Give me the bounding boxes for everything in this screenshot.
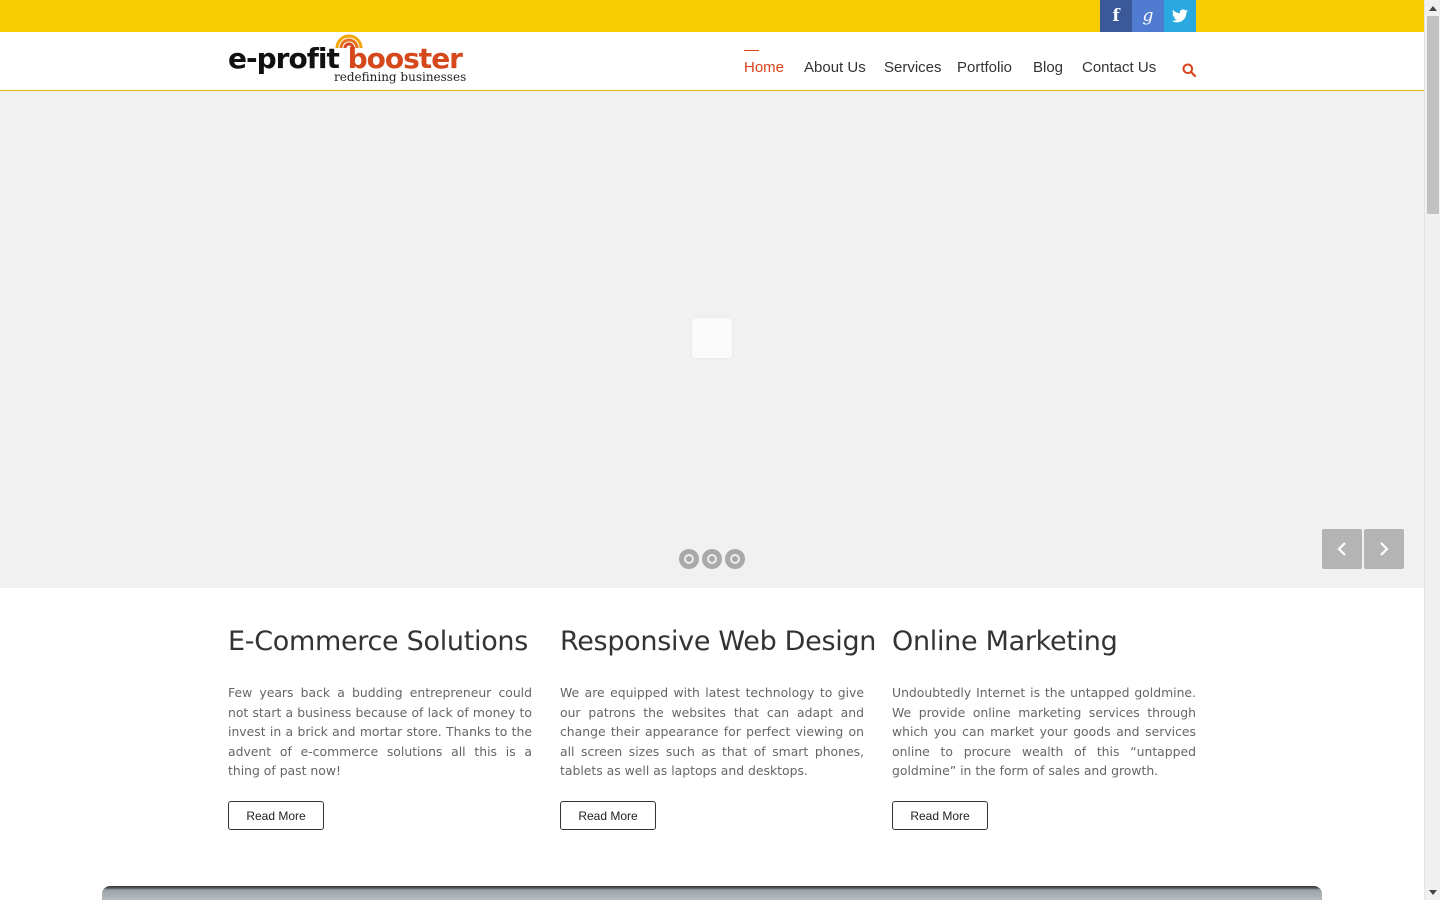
service-title: Online Marketing (892, 626, 1118, 657)
caret-down-icon (1429, 889, 1437, 895)
read-more-button[interactable]: Read More (560, 801, 656, 830)
google-plus-icon[interactable]: g (1132, 0, 1164, 32)
service-description: Undoubtedly Internet is the untapped gol… (892, 685, 1196, 779)
facebook-icon[interactable]: f (1100, 0, 1132, 32)
slider-next-button[interactable] (1364, 529, 1404, 569)
service-description: Few years back a budding entrepreneur co… (228, 685, 532, 779)
active-nav-indicator (744, 50, 759, 51)
nav-portfolio[interactable]: Portfolio (957, 59, 1012, 79)
page-scrollbar[interactable] (1424, 0, 1440, 900)
read-more-button[interactable]: Read More (228, 801, 324, 830)
search-icon[interactable] (1182, 62, 1197, 78)
scroll-up-arrow[interactable] (1425, 0, 1440, 16)
slider-prev-button[interactable] (1322, 529, 1362, 569)
slider-dot-3[interactable] (725, 549, 745, 569)
nav-about-us[interactable]: About Us (804, 59, 866, 79)
nav-contact-us[interactable]: Contact Us (1082, 59, 1156, 79)
slider-dot-2[interactable] (702, 549, 722, 569)
chevron-left-icon (1337, 542, 1346, 556)
site-header: e-profit booster redefining businesses (0, 32, 1424, 91)
nav-services[interactable]: Services (884, 59, 942, 79)
service-column-marketing: Online Marketing Undoubtedly Internet is… (892, 626, 1196, 830)
slider-dot-1[interactable] (679, 549, 699, 569)
service-column-responsive: Responsive Web Design We are equipped wi… (560, 626, 877, 830)
site-logo[interactable]: e-profit booster redefining businesses (228, 34, 466, 84)
scroll-down-arrow[interactable] (1425, 884, 1440, 900)
top-bar (0, 0, 1424, 32)
twitter-bird-glyph (1172, 9, 1188, 23)
caret-up-icon (1429, 5, 1437, 11)
service-title: Responsive Web Design (560, 626, 877, 657)
chevron-right-icon (1380, 542, 1389, 556)
scrollbar-thumb[interactable] (1427, 16, 1439, 214)
twitter-icon[interactable] (1164, 0, 1196, 32)
nav-blog[interactable]: Blog (1033, 59, 1063, 79)
service-description: We are equipped with latest technology t… (560, 685, 864, 779)
device-image-top (102, 886, 1322, 900)
read-more-button[interactable]: Read More (892, 801, 988, 830)
slider-loader (692, 318, 732, 358)
nav-home[interactable]: Home (744, 59, 784, 79)
service-column-ecommerce: E-Commerce Solutions Few years back a bu… (228, 626, 532, 830)
service-title: E-Commerce Solutions (228, 626, 528, 657)
magnifier-glyph (1182, 63, 1197, 78)
hero-slider (0, 91, 1424, 588)
logo-tagline: redefining businesses (334, 70, 467, 84)
